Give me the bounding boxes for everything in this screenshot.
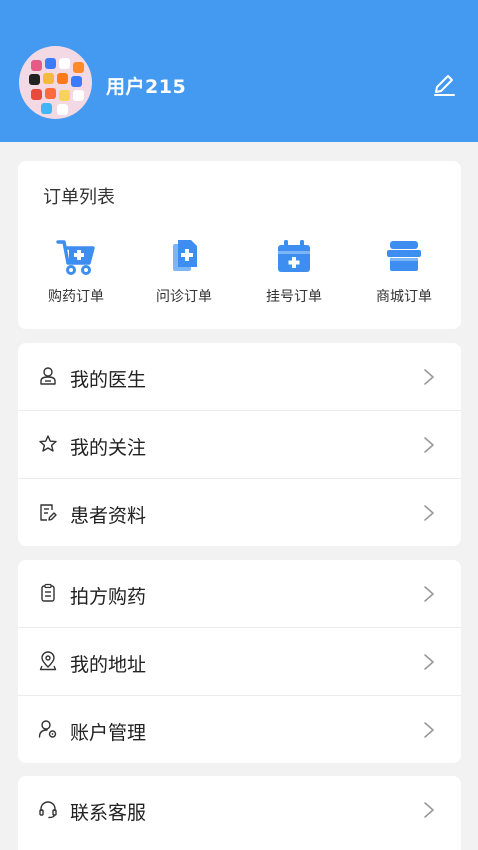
orders-title: 订单列表 — [43, 187, 115, 208]
order-label: 问诊订单 — [156, 289, 212, 305]
star-icon — [39, 435, 57, 452]
chevron-right-icon — [424, 654, 434, 670]
order-item-consult[interactable]: 问诊订单 — [129, 237, 239, 317]
file-edit-icon — [40, 504, 57, 521]
menu-item-label: 账户管理 — [70, 722, 147, 744]
menu-item-prescription-purchase[interactable]: 拍方购药 — [18, 560, 461, 628]
store-icon — [387, 241, 421, 271]
pencil-icon — [434, 75, 455, 96]
shopping-cart-icon — [56, 240, 95, 275]
menu-item-label: 联系客服 — [70, 802, 147, 824]
menu-item-my-follows[interactable]: 我的关注 — [18, 411, 461, 479]
document-plus-icon — [173, 240, 197, 271]
headset-icon — [39, 801, 57, 819]
menu-item-label: 拍方购药 — [70, 586, 147, 608]
menu-item-label: 患者资料 — [70, 505, 147, 527]
order-item-medicine[interactable]: 购药订单 — [21, 237, 131, 317]
user-settings-icon — [38, 720, 57, 738]
chevron-right-icon — [424, 586, 434, 602]
order-label: 挂号订单 — [266, 289, 322, 305]
chevron-right-icon — [424, 505, 434, 521]
menu-item-label: 我的医生 — [70, 369, 147, 391]
menu-item-my-address[interactable]: 我的地址 — [18, 628, 461, 696]
clipboard-icon — [41, 583, 55, 602]
chevron-right-icon — [424, 437, 434, 453]
orders-card: 订单列表 购药订单 问诊订单 挂号订单 商城订单 — [18, 161, 461, 329]
menu-group-support: 联系客服 — [18, 776, 461, 850]
doctor-icon — [40, 367, 56, 385]
order-item-mall[interactable]: 商城订单 — [349, 237, 459, 317]
avatar[interactable] — [19, 46, 92, 119]
menu-item-patient-info[interactable]: 患者资料 — [18, 479, 461, 546]
menu-item-label: 我的地址 — [70, 654, 147, 676]
location-icon — [39, 651, 57, 671]
menu-item-label: 我的关注 — [70, 437, 147, 459]
calendar-plus-icon — [278, 240, 310, 272]
order-item-registration[interactable]: 挂号订单 — [239, 237, 349, 317]
username: 用户215 — [106, 76, 187, 98]
order-label: 商城订单 — [376, 289, 432, 305]
chevron-right-icon — [424, 369, 434, 385]
chevron-right-icon — [424, 722, 434, 738]
chevron-right-icon — [424, 802, 434, 818]
menu-group-services: 拍方购药 我的地址 账户管理 — [18, 560, 461, 763]
menu-item-my-doctor[interactable]: 我的医生 — [18, 343, 461, 411]
edit-profile-button[interactable] — [430, 71, 458, 99]
menu-group-personal: 我的医生 我的关注 患者资料 — [18, 343, 461, 546]
profile-header: 用户215 — [0, 0, 478, 142]
order-label: 购药订单 — [48, 289, 104, 305]
menu-item-account-management[interactable]: 账户管理 — [18, 696, 461, 763]
menu-item-contact-support[interactable]: 联系客服 — [18, 776, 461, 843]
